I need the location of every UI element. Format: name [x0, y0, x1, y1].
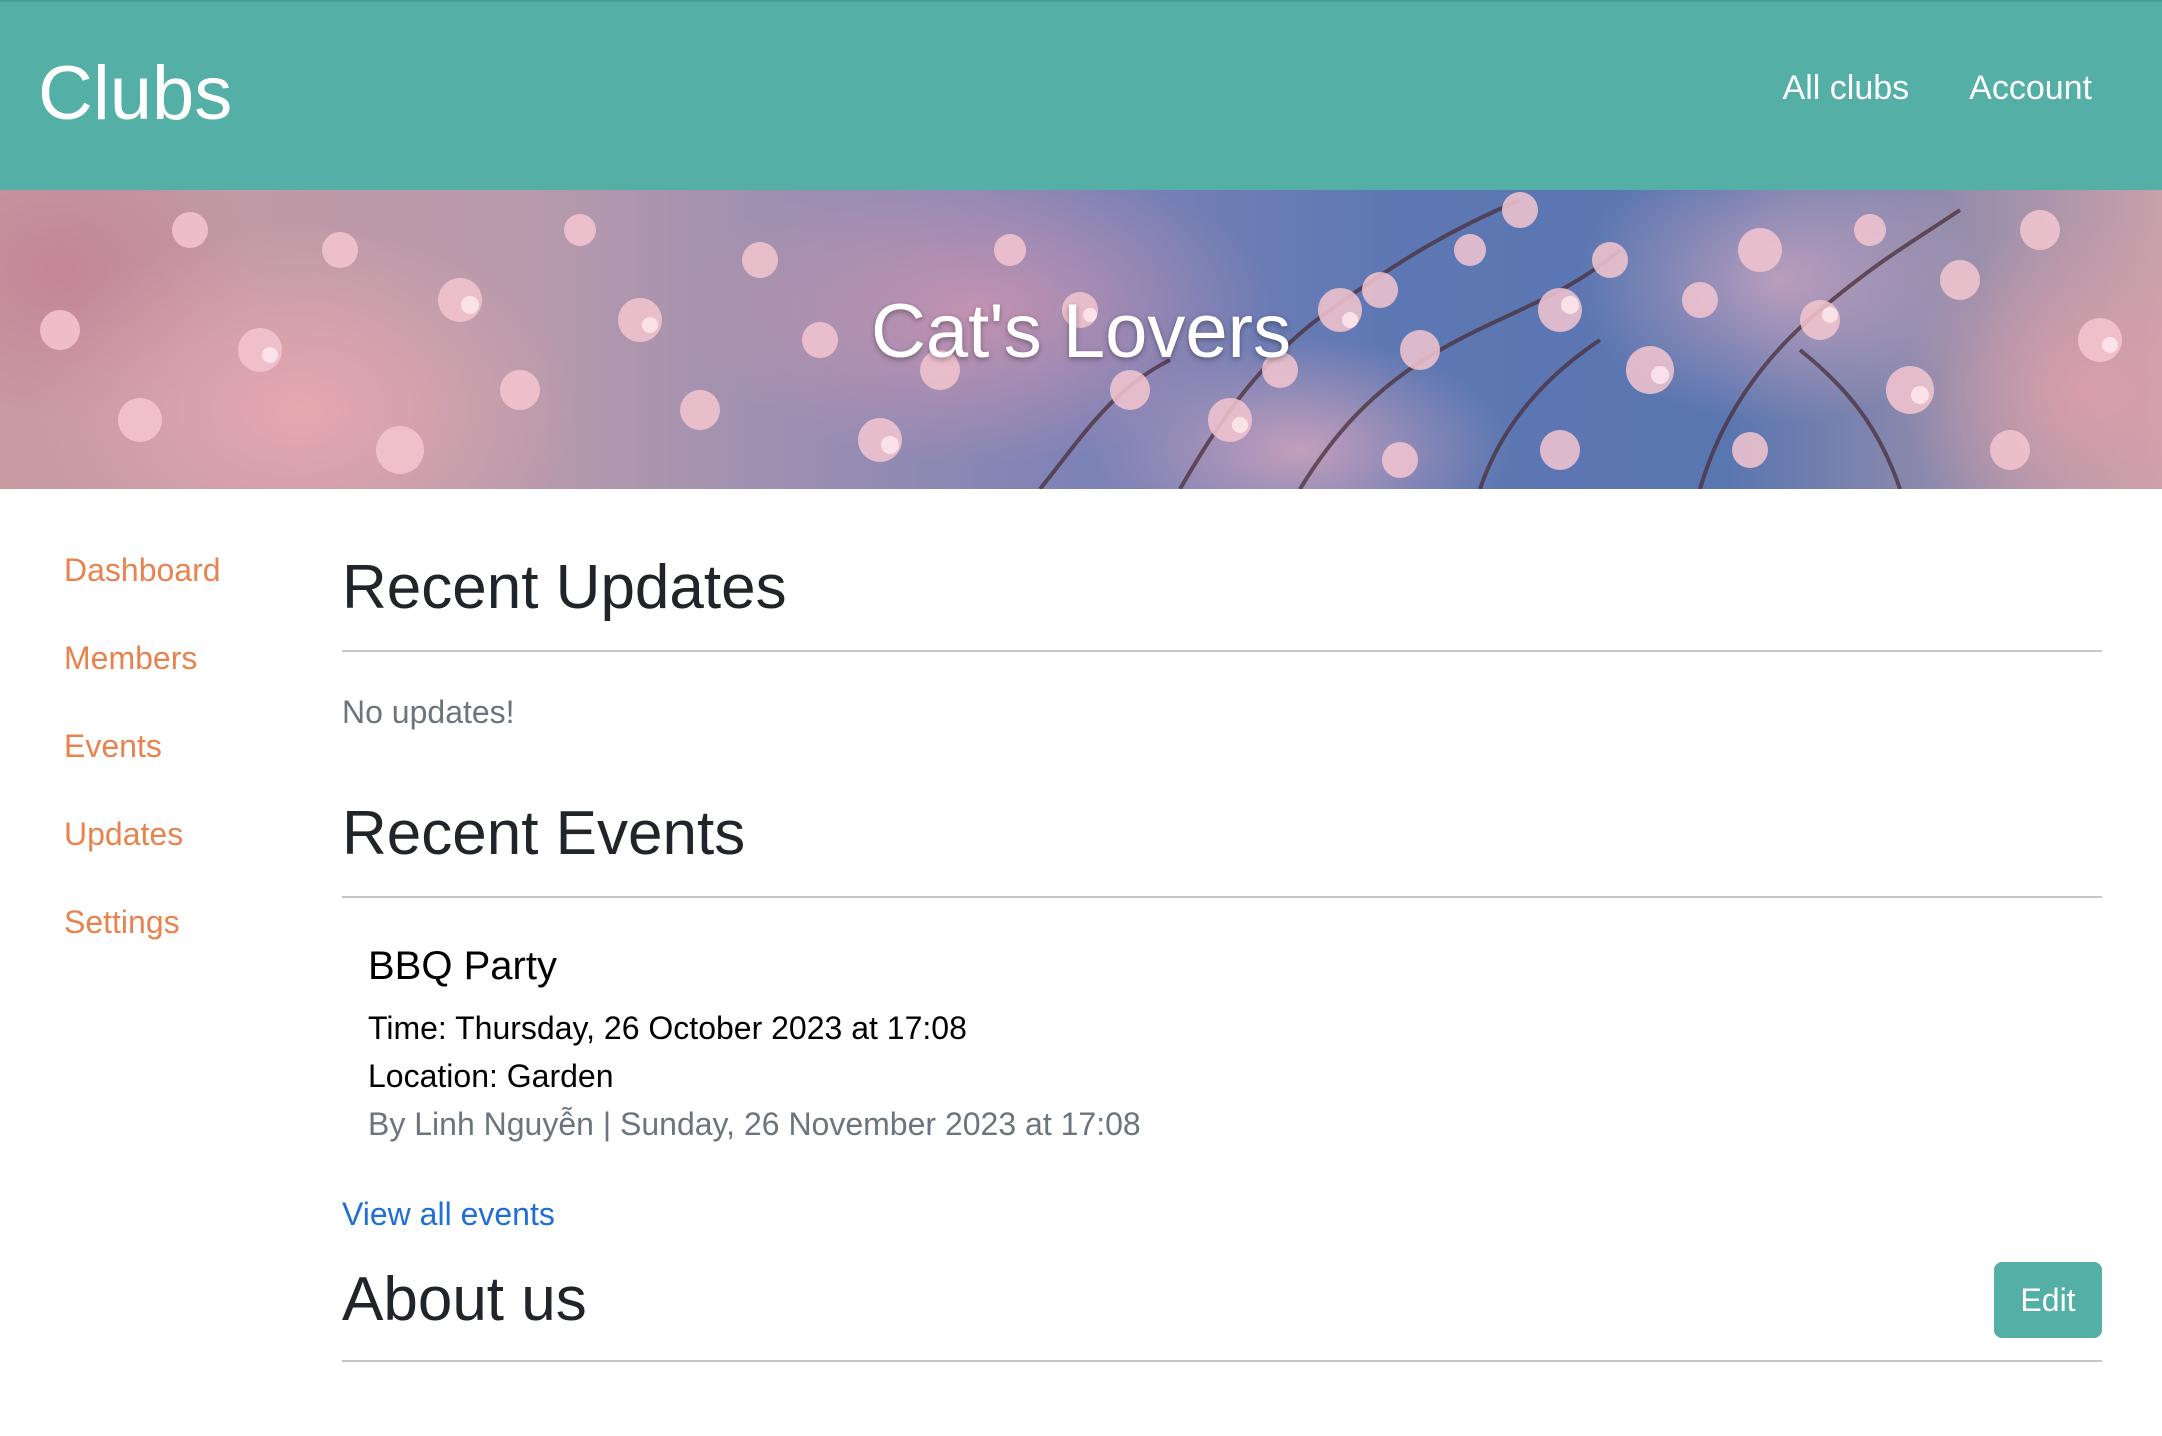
event-item: BBQ Party Time: Thursday, 26 October 202… — [342, 940, 2102, 1148]
nav-link-all-clubs[interactable]: All clubs — [1783, 60, 1910, 116]
club-sidebar: Dashboard Members Events Updates Setting… — [64, 548, 221, 988]
recent-updates-heading: Recent Updates — [342, 553, 787, 622]
sidebar-item-dashboard[interactable]: Dashboard — [64, 548, 221, 636]
event-author-date: By Linh Nguyễn | Sunday, 26 November 202… — [368, 1106, 1141, 1142]
recent-events-heading: Recent Events — [342, 799, 746, 868]
section-divider — [342, 896, 2102, 898]
edit-about-button[interactable]: Edit — [1994, 1262, 2102, 1338]
nav-links: All clubs Account — [1783, 60, 2092, 116]
sidebar-item-updates[interactable]: Updates — [64, 812, 221, 900]
about-header-row: About us Edit — [342, 1252, 2102, 1362]
view-all-events-link[interactable]: View all events — [342, 1196, 555, 1232]
top-navbar: Clubs All clubs Account — [0, 0, 2162, 190]
nav-link-account[interactable]: Account — [1969, 60, 2092, 116]
brand-logo[interactable]: Clubs — [38, 44, 232, 144]
sidebar-item-settings[interactable]: Settings — [64, 900, 221, 988]
club-title: Cat's Lovers — [870, 289, 1291, 374]
sidebar-item-members[interactable]: Members — [64, 636, 221, 724]
section-divider — [342, 650, 2102, 652]
hero-banner: Cat's Lovers — [0, 190, 2162, 489]
sidebar-item-events[interactable]: Events — [64, 724, 221, 812]
view-all-events-row: View all events — [342, 1190, 2102, 1238]
no-updates-text: No updates! — [342, 694, 515, 730]
about-us-heading: About us — [342, 1265, 587, 1334]
main-content: Recent Updates No updates! Recent Events… — [342, 540, 2102, 1362]
event-title[interactable]: BBQ Party — [368, 940, 2102, 992]
event-time: Time: Thursday, 26 October 2023 at 17:08 — [368, 1010, 967, 1046]
event-location: Location: Garden — [368, 1058, 614, 1094]
